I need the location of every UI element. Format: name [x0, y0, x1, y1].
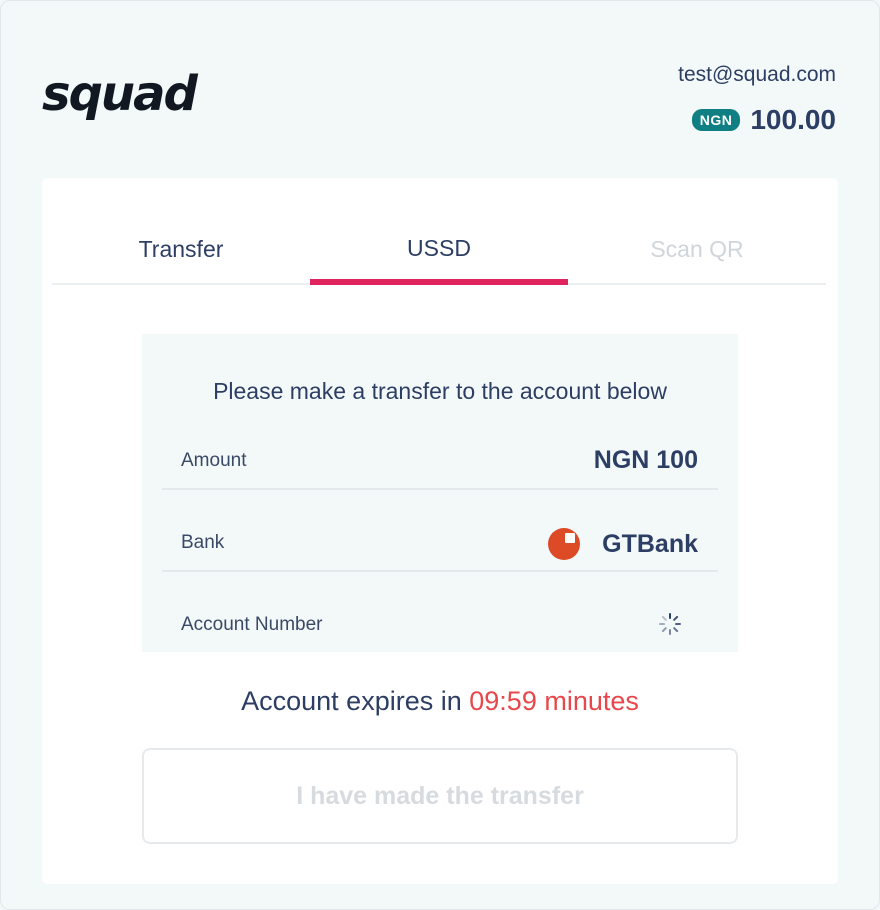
bank-row: Bank GTBank — [162, 490, 718, 572]
loading-spinner-icon — [659, 613, 681, 635]
confirm-transfer-button[interactable]: I have made the transfer — [142, 748, 738, 844]
squad-logo: squad — [42, 66, 198, 122]
tab-scan-qr[interactable]: Scan QR — [568, 210, 826, 283]
panel-instruction: Please make a transfer to the account be… — [213, 378, 667, 404]
expiry-notice: Account expires in 09:59 minutes — [42, 686, 838, 717]
customer-email: test@squad.com — [678, 63, 836, 86]
bank-value: GTBank — [548, 528, 698, 560]
currency-badge: NGN — [691, 109, 741, 131]
bank-label: Bank — [181, 532, 225, 553]
transfer-details-panel: Please make a transfer to the account be… — [142, 334, 738, 652]
header-amount: NGN 100.00 — [691, 104, 836, 136]
amount-value: NGN 100 — [593, 446, 698, 474]
account-number-row: Account Number — [162, 572, 718, 654]
payment-method-tabs: Transfer USSD Scan QR — [52, 210, 826, 285]
tab-ussd[interactable]: USSD — [310, 210, 568, 285]
bank-name: GTBank — [602, 529, 698, 558]
payment-amount: 100.00 — [750, 104, 836, 135]
amount-label: Amount — [181, 450, 247, 471]
expiry-timer: 09:59 minutes — [469, 686, 639, 716]
gtbank-logo-icon — [548, 528, 581, 560]
account-number-label: Account Number — [181, 614, 323, 635]
expiry-prefix: Account expires in — [241, 686, 462, 716]
payment-card: Transfer USSD Scan QR Please make a tran… — [42, 178, 838, 884]
amount-row: Amount NGN 100 — [162, 408, 718, 490]
tab-transfer[interactable]: Transfer — [52, 210, 310, 283]
